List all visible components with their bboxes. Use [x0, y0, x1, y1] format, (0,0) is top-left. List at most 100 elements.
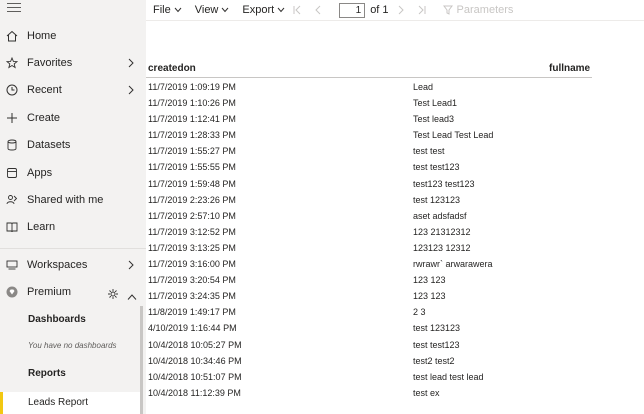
report-toolbar: File View Export 1 of 1 Parameters [146, 0, 644, 20]
export-menu[interactable]: Export [242, 0, 285, 20]
cell-createdon: 11/7/2019 2:57:10 PM [148, 210, 236, 221]
sidebar-item-datasets[interactable]: Datasets [0, 134, 146, 156]
premium-diamond-icon [6, 286, 18, 298]
sidebar-item-label: Learn [27, 221, 56, 233]
sidebar-item-premium[interactable]: Premium [0, 281, 146, 303]
sidebar-item-apps[interactable]: Apps [0, 162, 146, 184]
file-menu-label: File [153, 4, 171, 16]
cell-fullname: 2 3 [413, 307, 426, 318]
report-item-label: Leads Report [28, 397, 89, 408]
table-row: 11/7/2019 1:59:48 PM test123 test123 [146, 176, 592, 192]
cell-fullname: 123 123 [413, 275, 446, 286]
cell-fullname: test 123123 [413, 323, 461, 334]
sidebar-item-label: Workspaces [27, 259, 88, 271]
sidebar-item-workspaces[interactable]: Workspaces [0, 254, 146, 276]
sidebar: Home Favorites Recent Create Datasets Ap… [0, 0, 146, 414]
page-number-input[interactable]: 1 [339, 2, 366, 18]
clock-icon [6, 84, 18, 96]
last-page-icon[interactable] [416, 4, 428, 16]
chevron-up-icon[interactable] [127, 288, 137, 300]
cell-createdon: 11/7/2019 3:16:00 PM [148, 259, 236, 270]
cell-fullname: Test Lead Test Lead [413, 130, 494, 141]
cell-fullname: Test Lead1 [413, 98, 458, 109]
sidebar-item-label: Favorites [27, 57, 73, 69]
workspaces-icon [6, 259, 18, 271]
cell-fullname: test test123 [413, 339, 460, 350]
hamburger-menu-icon[interactable] [7, 3, 21, 15]
report-item-leads-report[interactable]: Leads Report [0, 392, 140, 414]
view-menu-label: View [194, 4, 219, 16]
toolbar-divider [146, 20, 644, 21]
cell-createdon: 11/8/2019 1:49:17 PM [148, 307, 236, 318]
sidebar-item-favorites[interactable]: Favorites [0, 52, 146, 74]
database-icon [6, 139, 18, 151]
sidebar-item-recent[interactable]: Recent [0, 79, 146, 101]
table-row: 11/7/2019 3:20:54 PM 123 123 [146, 272, 592, 288]
parameters-label: Parameters [456, 4, 514, 16]
home-icon [6, 30, 18, 42]
cell-createdon: 11/7/2019 1:12:41 PM [148, 114, 236, 125]
parameters-button[interactable]: Parameters [442, 4, 514, 16]
sidebar-item-home[interactable]: Home [0, 25, 146, 47]
cell-createdon: 11/7/2019 3:13:25 PM [148, 242, 236, 253]
sidebar-divider [0, 248, 146, 249]
first-page-icon[interactable] [291, 4, 303, 16]
table-row: 11/7/2019 1:10:26 PM Test Lead1 [146, 95, 592, 111]
chevron-down-icon [222, 7, 229, 13]
book-icon [6, 221, 18, 233]
column-header-createdon: createdon [148, 63, 196, 74]
chevron-right-icon[interactable] [127, 260, 137, 270]
sidebar-item-learn[interactable]: Learn [0, 216, 146, 238]
cell-createdon: 11/7/2019 1:55:55 PM [148, 162, 236, 173]
table-row: 10/4/2018 10:05:27 PM test test123 [146, 337, 592, 353]
cell-createdon: 11/7/2019 3:24:35 PM [148, 291, 236, 302]
cell-createdon: 11/7/2019 3:12:52 PM [148, 226, 236, 237]
cell-createdon: 11/7/2019 2:23:26 PM [148, 194, 236, 205]
cell-createdon: 11/7/2019 1:10:26 PM [148, 98, 236, 109]
star-icon [6, 57, 18, 69]
table-row: 10/4/2018 10:51:07 PM test lead test lead [146, 369, 592, 385]
dashboards-heading[interactable]: Dashboards [28, 314, 86, 325]
cell-createdon: 10/4/2018 10:51:07 PM [148, 371, 242, 382]
next-page-icon[interactable] [395, 4, 407, 16]
chevron-down-icon [277, 7, 285, 13]
cell-createdon: 4/10/2019 1:16:44 PM [148, 323, 237, 334]
chevron-down-icon [174, 7, 182, 13]
page-count: of 1 [370, 4, 389, 16]
table-row: 11/7/2019 1:28:33 PM Test Lead Test Lead [146, 127, 592, 143]
chevron-right-icon[interactable] [127, 85, 137, 95]
table-row: 10/4/2018 11:12:39 PM test ex [146, 385, 592, 401]
sidebar-item-label: Create [27, 112, 61, 124]
cell-createdon: 11/7/2019 1:59:48 PM [148, 178, 236, 189]
table-row: 11/7/2019 1:55:27 PM test test [146, 143, 592, 159]
sidebar-item-label: Apps [27, 167, 53, 179]
workspace-settings-icon[interactable] [107, 287, 119, 299]
table-row: 11/8/2019 1:49:17 PM 2 3 [146, 304, 592, 320]
apps-icon [6, 167, 18, 179]
sidebar-item-shared-with-me[interactable]: Shared with me [0, 189, 146, 211]
table-row: 11/7/2019 3:24:35 PM 123 123 [146, 288, 592, 304]
column-header-fullname: fullname [549, 63, 591, 74]
report-table-body: 11/7/2019 1:09:19 PM Lead 11/7/2019 1:10:2… [146, 79, 592, 401]
sidebar-scrollbar[interactable] [140, 306, 143, 414]
plus-icon [6, 112, 18, 124]
cell-fullname: Test lead3 [413, 114, 455, 125]
view-menu[interactable]: View [195, 0, 230, 20]
reports-heading[interactable]: Reports [28, 368, 66, 379]
cell-fullname: test2 test2 [413, 355, 455, 366]
cell-fullname: test123 test123 [413, 178, 475, 189]
cell-fullname: test 123123 [413, 194, 461, 205]
table-row: 11/7/2019 1:09:19 PM Lead [146, 79, 592, 95]
previous-page-icon[interactable] [312, 4, 324, 16]
chevron-right-icon[interactable] [127, 58, 137, 68]
sidebar-item-create[interactable]: Create [0, 107, 146, 129]
cell-fullname: test test [413, 146, 445, 157]
header-divider [146, 77, 592, 78]
cell-fullname: aset adsfadsf [413, 210, 467, 221]
cell-createdon: 11/7/2019 1:28:33 PM [148, 130, 236, 141]
filter-icon [442, 5, 453, 15]
cell-createdon: 10/4/2018 10:05:27 PM [148, 339, 242, 350]
file-menu[interactable]: File [153, 0, 182, 20]
table-row: 11/7/2019 2:57:10 PM aset adsfadsf [146, 208, 592, 224]
table-row: 11/7/2019 1:55:55 PM test test123 [146, 159, 592, 175]
